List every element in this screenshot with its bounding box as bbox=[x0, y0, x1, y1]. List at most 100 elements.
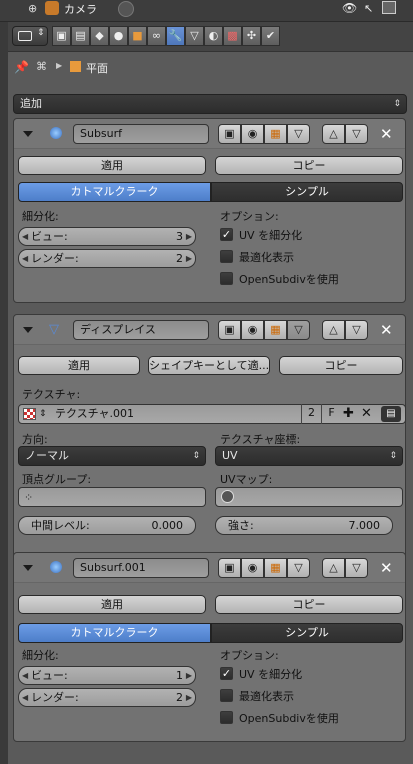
editmode-toggle[interactable]: ▦ bbox=[264, 124, 287, 144]
tab-constraints[interactable]: ∞ bbox=[147, 26, 166, 46]
apply-button[interactable]: 適用 bbox=[18, 595, 206, 614]
opensubdiv-checkbox[interactable] bbox=[220, 711, 233, 724]
texture-name[interactable]: テクスチャ.001 bbox=[55, 405, 134, 423]
editor-type-button[interactable]: ⇕ bbox=[12, 26, 48, 46]
modifier-name-field[interactable]: Subsurf bbox=[73, 124, 209, 144]
vertex-group-field[interactable]: ⁘ bbox=[18, 487, 206, 507]
texture-browse-icon[interactable]: ▤ bbox=[381, 406, 401, 422]
view-levels-field[interactable]: ◀ ビュー: 1 ▶ bbox=[18, 666, 196, 685]
collapse-triangle-icon[interactable] bbox=[23, 565, 33, 571]
properties-content: 📌 ⌘ ▶ 平面 追加 ⇕ Subsurf ▣ ◉ ▦ ▽ △ ▽ ✕ 適用 コ… bbox=[8, 52, 413, 764]
view-levels-value: 1 bbox=[176, 669, 183, 682]
catmull-clark-toggle[interactable]: カトマルクラーク bbox=[18, 182, 211, 202]
arrow-left-icon[interactable]: ◀ bbox=[22, 228, 28, 245]
render-toggle[interactable]: ▣ bbox=[218, 558, 241, 578]
optimal-display-checkbox[interactable] bbox=[220, 250, 233, 263]
strength-field[interactable]: 強さ: 7.000 bbox=[215, 516, 393, 535]
unlink-x-icon[interactable]: ✕ bbox=[361, 405, 372, 423]
midlevel-field[interactable]: 中間レベル: 0.000 bbox=[18, 516, 196, 535]
catmull-clark-toggle[interactable]: カトマルクラーク bbox=[18, 623, 211, 643]
viewport-toggle[interactable]: ◉ bbox=[241, 558, 264, 578]
arrow-left-icon[interactable]: ◀ bbox=[22, 689, 28, 706]
eye-icon[interactable]: 👁 bbox=[342, 1, 357, 15]
camera-icon: ▣ bbox=[224, 323, 235, 336]
expand-icon[interactable]: ⊕ bbox=[28, 2, 37, 15]
tab-object[interactable]: ■ bbox=[128, 26, 147, 46]
arrow-right-icon[interactable]: ▶ bbox=[186, 250, 192, 267]
triangle-down-icon: ▽ bbox=[352, 323, 361, 336]
copy-button[interactable]: コピー bbox=[215, 156, 403, 175]
arrow-right-icon[interactable]: ▶ bbox=[186, 228, 192, 245]
copy-button[interactable]: コピー bbox=[215, 595, 403, 614]
outliner-item-label[interactable]: カメラ bbox=[64, 1, 97, 17]
render-icon[interactable] bbox=[382, 1, 396, 14]
render-levels-field[interactable]: ◀ レンダー: 2 ▶ bbox=[18, 688, 196, 707]
texture-users-count[interactable]: 2 bbox=[301, 404, 321, 424]
copy-button[interactable]: コピー bbox=[279, 356, 403, 375]
viewport-toggle[interactable]: ◉ bbox=[241, 124, 264, 144]
uv-subdiv-checkbox[interactable]: ✓ bbox=[220, 228, 233, 241]
texture-coords-dropdown[interactable]: UV ⇕ bbox=[215, 446, 403, 466]
tab-world[interactable]: ● bbox=[109, 26, 128, 46]
apply-button[interactable]: 適用 bbox=[18, 156, 206, 175]
arrow-right-icon[interactable]: ▶ bbox=[186, 667, 192, 684]
subdivisions-heading: 細分化: bbox=[22, 210, 59, 223]
cursor-icon[interactable]: ↖ bbox=[364, 2, 373, 15]
view-levels-field[interactable]: ◀ ビュー: 3 ▶ bbox=[18, 227, 196, 246]
material-icon: ◐ bbox=[208, 29, 219, 42]
tab-physics[interactable]: ✔ bbox=[261, 26, 280, 46]
cage-toggle[interactable]: ▽ bbox=[287, 320, 310, 340]
cage-toggle[interactable]: ▽ bbox=[287, 558, 310, 578]
checkmark-icon: ✓ bbox=[221, 228, 232, 241]
render-toggle[interactable]: ▣ bbox=[218, 320, 241, 340]
apply-button[interactable]: 適用 bbox=[18, 356, 140, 375]
tab-render-layers[interactable]: ▤ bbox=[71, 26, 90, 46]
optimal-display-checkbox[interactable] bbox=[220, 689, 233, 702]
arrow-left-icon[interactable]: ◀ bbox=[22, 250, 28, 267]
editmode-toggle[interactable]: ▦ bbox=[264, 558, 287, 578]
cage-toggle[interactable]: ▽ bbox=[287, 124, 310, 144]
move-up-button[interactable]: △ bbox=[322, 320, 345, 340]
collapse-triangle-icon[interactable] bbox=[23, 131, 33, 137]
pin-icon[interactable]: 📌 bbox=[14, 60, 29, 74]
simple-toggle[interactable]: シンプル bbox=[211, 623, 403, 643]
uv-subdiv-checkbox[interactable]: ✓ bbox=[220, 667, 233, 680]
remove-modifier-button[interactable]: ✕ bbox=[380, 560, 393, 576]
tab-particles[interactable]: ✣ bbox=[242, 26, 261, 46]
modifier-name-field[interactable]: ディスプレイス bbox=[73, 320, 209, 340]
move-down-button[interactable]: ▽ bbox=[345, 320, 368, 340]
editmode-toggle[interactable]: ▦ bbox=[264, 320, 287, 340]
arrow-right-icon[interactable]: ▶ bbox=[186, 689, 192, 706]
apply-as-shape-key-button[interactable]: シェイプキーとして適... bbox=[148, 356, 270, 375]
camera-icon: ▣ bbox=[56, 29, 67, 42]
mesh-data-icon: ▽ bbox=[190, 29, 199, 42]
simple-toggle[interactable]: シンプル bbox=[211, 182, 403, 202]
remove-modifier-button[interactable]: ✕ bbox=[380, 322, 393, 338]
move-down-button[interactable]: ▽ bbox=[345, 558, 368, 578]
add-modifier-menu[interactable]: 追加 ⇕ bbox=[13, 94, 407, 114]
move-up-button[interactable]: △ bbox=[322, 558, 345, 578]
modifier-name-field[interactable]: Subsurf.001 bbox=[73, 558, 209, 578]
fake-user-button[interactable]: F bbox=[321, 404, 341, 424]
viewport-toggle[interactable]: ◉ bbox=[241, 320, 264, 340]
uv-map-field[interactable] bbox=[215, 487, 403, 507]
move-down-button[interactable]: ▽ bbox=[345, 124, 368, 144]
texture-selector[interactable]: ⇕ テクスチャ.001 2 F ✚ ✕ ▤ bbox=[18, 404, 406, 424]
tab-texture[interactable]: ▩ bbox=[223, 26, 242, 46]
opensubdiv-checkbox[interactable] bbox=[220, 272, 233, 285]
direction-dropdown[interactable]: ノーマル ⇕ bbox=[18, 446, 206, 466]
tab-data[interactable]: ▽ bbox=[185, 26, 204, 46]
updown-icon: ⇕ bbox=[37, 28, 45, 38]
updown-icon[interactable]: ⇕ bbox=[39, 405, 47, 423]
tab-material[interactable]: ◐ bbox=[204, 26, 223, 46]
render-toggle[interactable]: ▣ bbox=[218, 124, 241, 144]
tab-scene[interactable]: ◆ bbox=[90, 26, 109, 46]
move-up-button[interactable]: △ bbox=[322, 124, 345, 144]
new-texture-icon[interactable]: ✚ bbox=[343, 405, 354, 423]
render-levels-field[interactable]: ◀ レンダー: 2 ▶ bbox=[18, 249, 196, 268]
collapse-triangle-icon[interactable] bbox=[23, 327, 33, 333]
remove-modifier-button[interactable]: ✕ bbox=[380, 126, 393, 142]
tab-render[interactable]: ▣ bbox=[52, 26, 71, 46]
tab-modifiers[interactable]: 🔧 bbox=[166, 26, 185, 46]
arrow-left-icon[interactable]: ◀ bbox=[22, 667, 28, 684]
